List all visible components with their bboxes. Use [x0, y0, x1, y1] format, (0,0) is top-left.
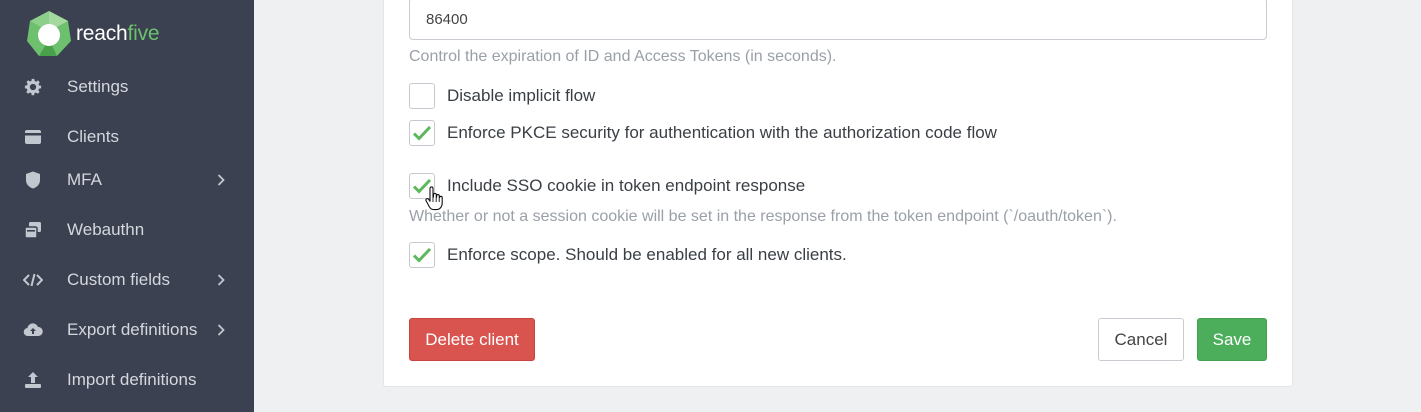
- reachfive-logo-icon: [27, 11, 71, 56]
- gear-icon: [23, 77, 43, 97]
- enforce-scope-option[interactable]: Enforce scope. Should be enabled for all…: [409, 242, 847, 268]
- sidebar-item-custom-fields[interactable]: Custom fields: [0, 260, 254, 300]
- shield-icon: [23, 170, 43, 190]
- disable-implicit-flow-checkbox[interactable]: [409, 83, 435, 109]
- sidebar-item-clients[interactable]: Clients: [0, 117, 254, 157]
- option-label: Enforce scope. Should be enabled for all…: [447, 245, 847, 264]
- sidebar-item-label: Import definitions: [67, 370, 197, 389]
- sidebar-item-label: Clients: [67, 127, 119, 146]
- brand-name: reachfive: [76, 22, 160, 45]
- brand-logo[interactable]: reachfive: [24, 8, 160, 60]
- sidebar-item-webauthn[interactable]: Webauthn: [0, 210, 254, 250]
- enforce-pkce-option[interactable]: Enforce PKCE security for authentication…: [409, 120, 997, 146]
- check-icon: [412, 247, 432, 263]
- option-label: Include SSO cookie in token endpoint res…: [447, 176, 806, 195]
- include-sso-cookie-option[interactable]: Include SSO cookie in token endpoint res…: [409, 173, 805, 199]
- token-lifetime-input[interactable]: [409, 0, 1267, 40]
- card-icon: [23, 127, 43, 147]
- cancel-button[interactable]: Cancel: [1098, 318, 1184, 361]
- delete-client-button[interactable]: Delete client: [409, 318, 535, 361]
- sidebar-item-settings[interactable]: Settings: [0, 67, 254, 107]
- check-icon: [412, 125, 432, 141]
- option-label: Enforce PKCE security for authentication…: [447, 123, 997, 142]
- hand-cursor-icon: [425, 186, 443, 211]
- sidebar-item-export-definitions[interactable]: Export definitions: [0, 310, 254, 350]
- sidebar-item-mfa[interactable]: MFA: [0, 160, 254, 200]
- sidebar-item-label: MFA: [67, 170, 102, 189]
- enforce-scope-checkbox[interactable]: [409, 242, 435, 268]
- option-label: Disable implicit flow: [447, 86, 596, 105]
- upload-icon: [23, 370, 43, 390]
- chevron-right-icon: [214, 323, 228, 337]
- enforce-pkce-checkbox[interactable]: [409, 120, 435, 146]
- code-icon: [23, 270, 43, 290]
- sidebar-item-label: Custom fields: [67, 270, 170, 289]
- sso-cookie-help: Whether or not a session cookie will be …: [409, 208, 1117, 225]
- copy-icon: [23, 220, 43, 240]
- sidebar: reachfive Settings Clients MFA Webauthn …: [0, 0, 254, 412]
- sidebar-item-label: Webauthn: [67, 220, 145, 239]
- sidebar-item-label: Settings: [67, 77, 129, 96]
- token-lifetime-help: Control the expiration of ID and Access …: [409, 48, 837, 65]
- sidebar-item-label: Export definitions: [67, 320, 198, 339]
- chevron-right-icon: [214, 173, 228, 187]
- save-button[interactable]: Save: [1197, 318, 1267, 361]
- cloud-upload-icon: [23, 320, 43, 340]
- sidebar-item-import-definitions[interactable]: Import definitions: [0, 360, 254, 400]
- chevron-right-icon: [214, 273, 228, 287]
- disable-implicit-flow-option[interactable]: Disable implicit flow: [409, 83, 595, 109]
